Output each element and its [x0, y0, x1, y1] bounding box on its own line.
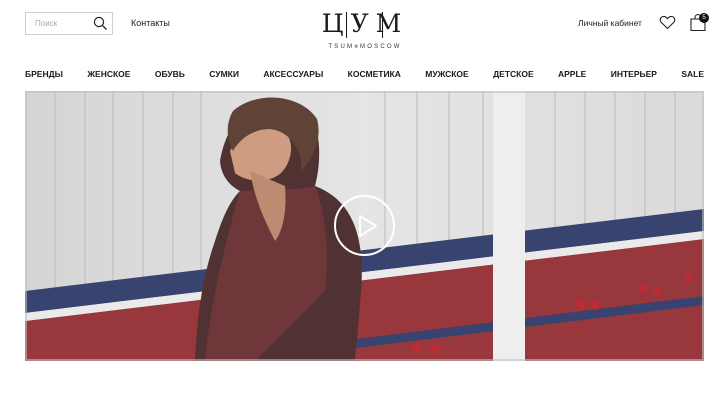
heart-icon[interactable] [659, 14, 676, 31]
play-button[interactable] [334, 195, 395, 256]
search-input[interactable] [35, 19, 93, 28]
logo-subtitle: TSUM■MOSCOW [328, 44, 402, 50]
logo-divider [382, 12, 383, 38]
nav-item-bags[interactable]: СУМКИ [209, 69, 239, 79]
nav-item-men[interactable]: МУЖСКОЕ [425, 69, 468, 79]
nav-item-kids[interactable]: ДЕТСКОЕ [493, 69, 534, 79]
contacts-link[interactable]: Контакты [131, 18, 170, 28]
logo[interactable]: ЦУМ TSUM■MOSCOW [300, 8, 430, 56]
nav-item-apple[interactable]: APPLE [558, 69, 586, 79]
nav-item-accessories[interactable]: АКСЕССУАРЫ [263, 69, 323, 79]
nav-item-sale[interactable]: SALE [681, 69, 704, 79]
nav-item-interior[interactable]: ИНТЕРЬЕР [611, 69, 657, 79]
nav-item-cosmetics[interactable]: КОСМЕТИКА [348, 69, 401, 79]
nav-item-shoes[interactable]: ОБУВЬ [155, 69, 185, 79]
nav-item-women[interactable]: ЖЕНСКОЕ [87, 69, 130, 79]
logo-divider [346, 12, 347, 38]
play-icon [359, 215, 377, 237]
search-box[interactable] [25, 12, 113, 35]
search-icon[interactable] [93, 16, 108, 31]
logo-mark: ЦУМ [321, 9, 409, 38]
main-nav: БРЕНДЫ ЖЕНСКОЕ ОБУВЬ СУМКИ АКСЕССУАРЫ КО… [25, 68, 704, 80]
account-link[interactable]: Личный кабинет [578, 18, 642, 28]
cart-count-badge: 5 [699, 13, 709, 23]
nav-item-brands[interactable]: БРЕНДЫ [25, 69, 63, 79]
